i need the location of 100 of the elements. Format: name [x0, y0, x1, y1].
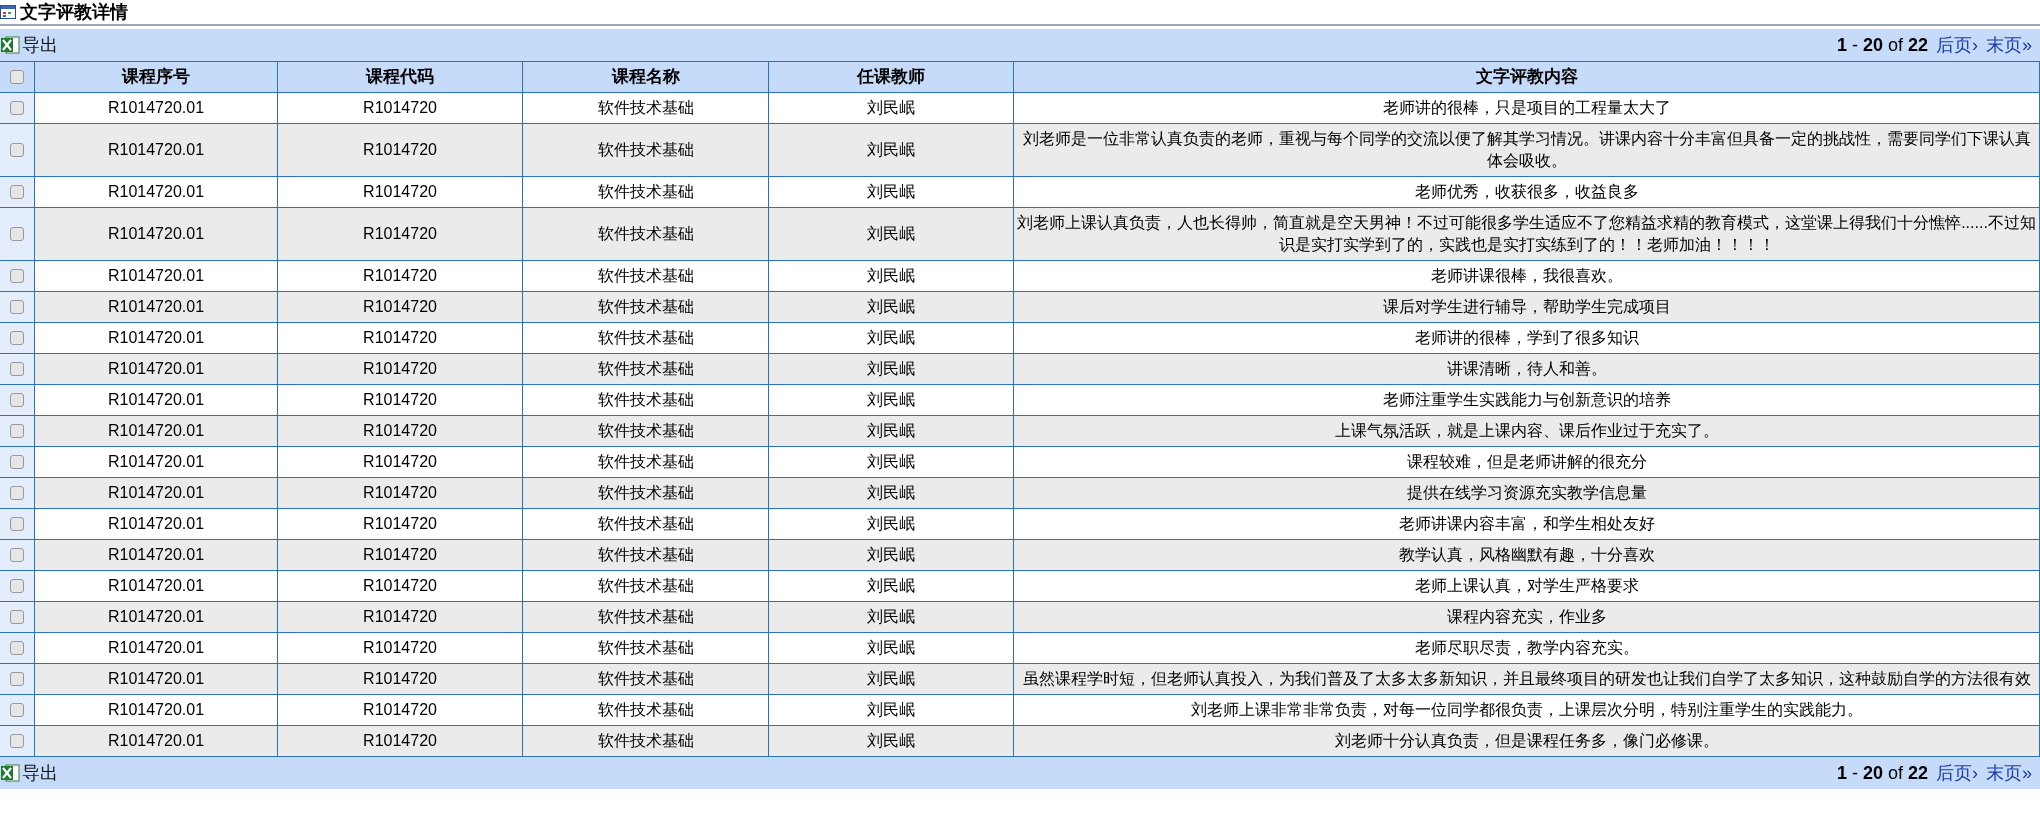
- checkbox[interactable]: [10, 70, 24, 84]
- table-cell-text: 刘民岷: [867, 545, 915, 565]
- page-range: 1 - 20 of 22: [1836, 33, 1928, 57]
- table-cell-text: R1014720.01: [107, 328, 205, 348]
- column-header: 文字评教内容: [1014, 62, 2040, 92]
- table-cell-text: R1014720: [363, 452, 437, 472]
- table-cell-text: 软件技术基础: [597, 140, 694, 160]
- table-cell-text: 刘民岷: [867, 266, 915, 286]
- checkbox[interactable]: [10, 269, 24, 283]
- checkbox[interactable]: [10, 579, 24, 593]
- table-cell-text: 软件技术基础: [597, 514, 694, 534]
- export-button[interactable]: 导出: [0, 31, 58, 59]
- table-cell-text: 刘民岷: [867, 669, 915, 689]
- table-cell-text: R1014720.01: [107, 266, 205, 286]
- table-cell-text: 刘民岷: [867, 700, 915, 720]
- table-cell-text: 刘民岷: [867, 483, 915, 503]
- table-cell-text: R1014720.01: [107, 545, 205, 565]
- table-cell-text: 刘老师十分认真负责，但是课程任务多，像门必修课。: [1334, 731, 1719, 751]
- column-header: 任课教师: [769, 62, 1014, 92]
- table-cell-text: 刘民岷: [867, 297, 915, 317]
- page-title: 文字评教详情: [20, 0, 128, 24]
- checkbox[interactable]: [10, 362, 24, 376]
- table-cell-text: 课程较难，但是老师讲解的很充分: [1406, 452, 1647, 472]
- table-cell-text: R1014720: [363, 545, 437, 565]
- table-cell-text: 软件技术基础: [597, 224, 694, 244]
- checkbox[interactable]: [10, 101, 24, 115]
- table-cell-text: 刘民岷: [867, 576, 915, 596]
- next-page-link[interactable]: 后页›: [1936, 31, 1978, 59]
- checkbox[interactable]: [10, 300, 24, 314]
- table-cell-text: 软件技术基础: [597, 328, 694, 348]
- table-cell-text: 软件技术基础: [597, 607, 694, 627]
- table-cell-text: 刘老师上课非常非常负责，对每一位同学都很负责，上课层次分明，特别注重学生的实践能力。: [1190, 700, 1863, 720]
- table-cell-text: R1014720: [363, 224, 437, 244]
- table-cell-text: R1014720.01: [107, 297, 205, 317]
- column-header: 课程名称: [523, 62, 769, 92]
- table-cell-text: R1014720.01: [107, 98, 205, 118]
- table-cell-text: 软件技术基础: [597, 545, 694, 565]
- table-cell-text: R1014720.01: [107, 359, 205, 379]
- table-cell-text: 老师尽职尽责，教学内容充实。: [1414, 638, 1639, 658]
- table-cell-text: R1014720: [363, 140, 437, 160]
- table-cell-text: R1014720: [363, 607, 437, 627]
- table-cell-text: R1014720: [363, 576, 437, 596]
- table-cell-text: 软件技术基础: [597, 638, 694, 658]
- export-button[interactable]: 导出: [0, 759, 58, 787]
- table-cell-text: 软件技术基础: [597, 359, 694, 379]
- table-cell-text: R1014720.01: [107, 140, 205, 160]
- table-cell-text: 软件技术基础: [597, 700, 694, 720]
- table-cell-text: 课程内容充实，作业多: [1446, 607, 1607, 627]
- table-cell-text: 刘民岷: [867, 182, 915, 202]
- column-header: 课程代码: [278, 62, 523, 92]
- table-cell-text: R1014720: [363, 514, 437, 534]
- checkbox[interactable]: [10, 143, 24, 157]
- table-cell-text: 上课气氛活跃，就是上课内容、课后作业过于充实了。: [1334, 421, 1719, 441]
- checkbox[interactable]: [10, 424, 24, 438]
- table-cell-text: 软件技术基础: [597, 98, 694, 118]
- table-cell-text: 刘民岷: [867, 140, 915, 160]
- table-cell-text: R1014720.01: [107, 607, 205, 627]
- table-cell-text: 软件技术基础: [597, 452, 694, 472]
- table-cell-text: 老师讲的很棒，只是项目的工程量太大了: [1382, 98, 1671, 118]
- table-cell-text: R1014720: [363, 359, 437, 379]
- checkbox[interactable]: [10, 610, 24, 624]
- table-cell-text: 老师讲课很棒，我很喜欢。: [1430, 266, 1623, 286]
- table-cell-text: R1014720.01: [107, 638, 205, 658]
- table-cell-text: R1014720: [363, 328, 437, 348]
- next-page-link[interactable]: 后页›: [1936, 759, 1978, 787]
- checkbox[interactable]: [10, 185, 24, 199]
- table-cell-text: 软件技术基础: [597, 266, 694, 286]
- last-page-link[interactable]: 末页»: [1986, 31, 2032, 59]
- checkbox[interactable]: [10, 331, 24, 345]
- table-cell-text: 刘民岷: [867, 359, 915, 379]
- checkbox[interactable]: [10, 641, 24, 655]
- checkbox[interactable]: [10, 486, 24, 500]
- checkbox[interactable]: [10, 227, 24, 241]
- table-cell-text: R1014720.01: [107, 514, 205, 534]
- checkbox[interactable]: [10, 393, 24, 407]
- page-range: 1 - 20 of 22: [1836, 761, 1928, 785]
- table-cell-text: 软件技术基础: [597, 731, 694, 751]
- checkbox[interactable]: [10, 455, 24, 469]
- table-cell-text: R1014720.01: [107, 421, 205, 441]
- spreadsheet-icon: [0, 763, 20, 783]
- table-cell-text: R1014720: [363, 182, 437, 202]
- table-cell-text: R1014720.01: [107, 483, 205, 503]
- table-cell-text: 老师注重学生实践能力与创新意识的培养: [1382, 390, 1671, 410]
- table-cell-text: 刘老师是一位非常认真负责的老师，重视与每个同学的交流以便了解其学习情况。讲课内容十分丰富但具备一定的挑战性，需要同学们下课认真体会吸收。: [1021, 129, 2032, 171]
- table-cell-text: 软件技术基础: [597, 390, 694, 410]
- table-cell-text: 软件技术基础: [597, 297, 694, 317]
- table-cell-text: 刘民岷: [867, 514, 915, 534]
- table-cell-text: R1014720: [363, 266, 437, 286]
- table-cell-text: 刘民岷: [867, 452, 915, 472]
- checkbox[interactable]: [10, 734, 24, 748]
- table-cell-text: 软件技术基础: [597, 182, 694, 202]
- checkbox[interactable]: [10, 517, 24, 531]
- table-cell-text: R1014720: [363, 669, 437, 689]
- checkbox[interactable]: [10, 672, 24, 686]
- table-cell-text: R1014720.01: [107, 731, 205, 751]
- table-cell-text: 老师讲的很棒，学到了很多知识: [1414, 328, 1639, 348]
- last-page-link[interactable]: 末页»: [1986, 759, 2032, 787]
- table-cell-text: 软件技术基础: [597, 483, 694, 503]
- checkbox[interactable]: [10, 703, 24, 717]
- checkbox[interactable]: [10, 548, 24, 562]
